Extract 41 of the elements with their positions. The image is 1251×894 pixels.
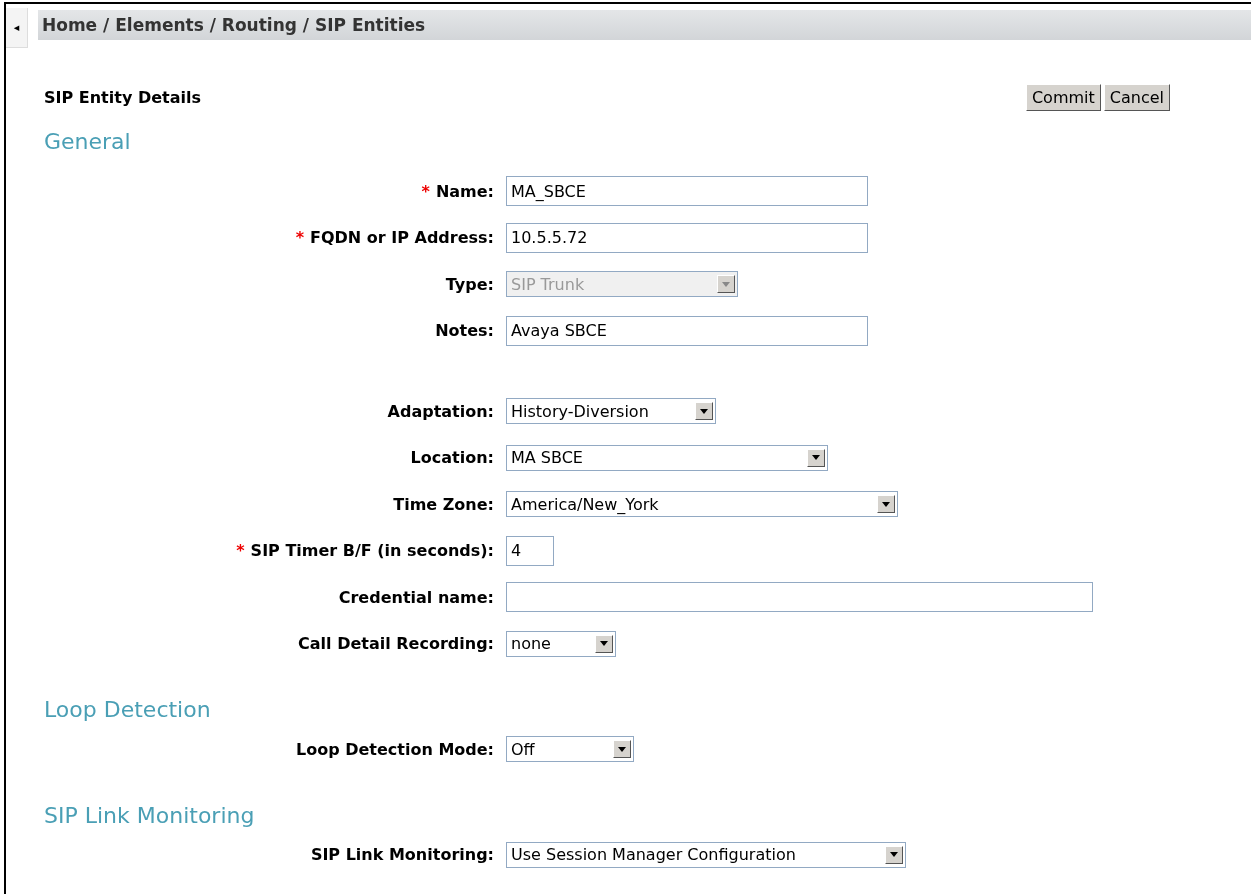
dropdown-arrow-icon [700,408,708,414]
dropdown[interactable]: History-Diversion [506,398,716,425]
dropdown[interactable]: none [506,630,616,657]
collapse-toggle[interactable]: ◂ [6,8,28,48]
section-heading: SIP Link Monitoring [44,802,256,828]
section-heading: Loop Detection [44,697,212,722]
form-button[interactable]: Cancel [1103,84,1170,111]
dropdown-arrow-icon [600,641,608,647]
breadcrumb: Home / Elements / Routing / SIP Entities [38,10,1251,40]
field-label: SIP Timer B/F (in seconds): [250,541,494,561]
dropdown-arrow-icon [882,501,890,507]
dropdown-arrow-icon [812,455,820,461]
dropdown-arrow-icon [618,746,626,752]
dropdown-arrow-icon [722,281,730,287]
required-mark: * [421,181,430,201]
text-field[interactable] [506,582,1093,613]
dropdown[interactable]: Off [506,736,634,763]
field-label: Credential name: [338,587,494,607]
field-label: SIP Link Monitoring: [310,845,494,865]
text-field[interactable]: Avaya SBCE [506,315,868,346]
text-field[interactable]: MA_SBCE [506,176,868,207]
field-label: Name: [435,181,494,201]
page-title: SIP Entity Details [44,88,201,107]
dropdown[interactable]: Use Session Manager Configuration [506,841,906,868]
field-label: Call Detail Recording: [298,634,494,654]
field-label: Loop Detection Mode: [295,739,494,759]
required-mark: * [295,228,305,248]
text-field[interactable]: 10.5.5.72 [506,222,868,253]
text-field[interactable]: 4 [506,535,554,566]
required-mark: * [236,541,245,561]
dropdown[interactable]: America/New_York [506,491,898,518]
section-heading: General [44,129,132,154]
field-label: Notes: [435,321,494,341]
dropdown[interactable]: MA SBCE [506,444,828,471]
field-label: Time Zone: [393,494,494,514]
field-label: Location: [410,448,494,468]
field-label: FQDN or IP Address: [310,228,494,248]
field-label: Type: [445,274,494,294]
field-label: Adaptation: [387,401,494,421]
form-button[interactable]: Commit [1025,84,1101,111]
dropdown-arrow-icon [890,852,898,858]
